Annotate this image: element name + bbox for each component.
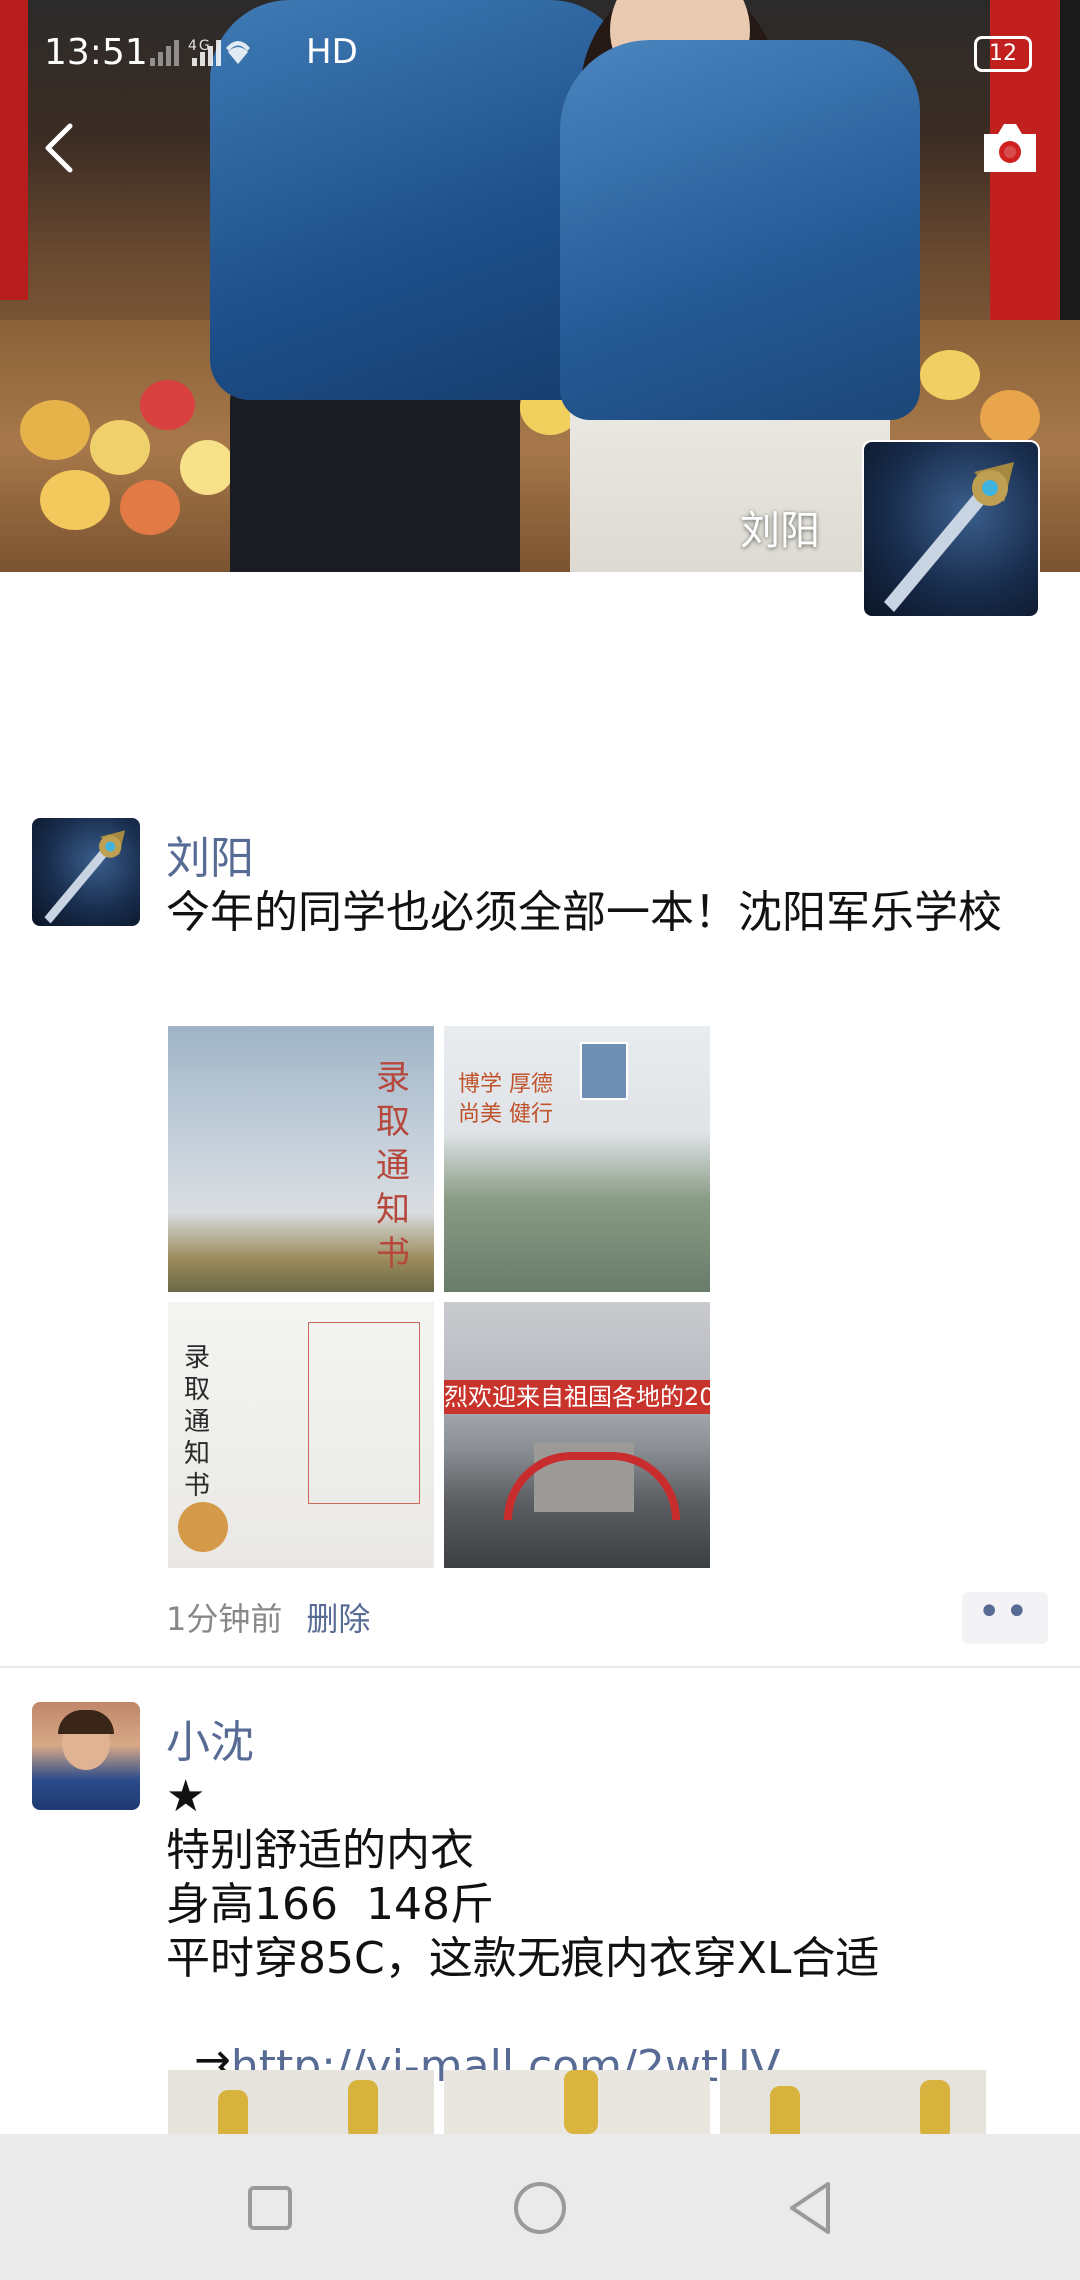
post-text-line: 特别舒适的内衣 <box>166 1825 474 1876</box>
cover-avatar[interactable] <box>862 440 1040 618</box>
camera-button[interactable] <box>980 120 1040 176</box>
more-actions-button[interactable]: •• <box>962 1592 1048 1644</box>
system-nav-bar <box>0 2134 1080 2280</box>
post-avatar[interactable] <box>32 1702 140 1810</box>
post-image[interactable] <box>444 2070 710 2134</box>
post-image[interactable] <box>168 2070 434 2134</box>
post-text-line: 平时穿85C，这款无痕内衣穿XL合适 <box>166 1933 880 1984</box>
cover-user-name: 刘阳 <box>740 508 820 554</box>
status-time: 13:51 <box>44 32 148 73</box>
divider <box>0 1666 1080 1668</box>
recent-apps-icon[interactable] <box>240 2178 300 2238</box>
camera-icon <box>984 124 1036 172</box>
post-text-line: ★ <box>166 1771 206 1822</box>
image-caption: 博学 厚德 尚美 健行 <box>458 1072 553 1127</box>
image-caption: 烈欢迎来自祖国各地的20 <box>444 1380 710 1414</box>
post-image[interactable]: 录取通知书 <box>168 1302 434 1568</box>
sword-icon <box>44 830 126 924</box>
post-text-line: 身高166 148斤 <box>166 1879 494 1930</box>
post-author[interactable]: 刘阳 <box>166 822 254 886</box>
network-label: HD <box>306 32 358 72</box>
signal-icon: 4G <box>148 34 308 75</box>
delete-link[interactable]: 删除 <box>306 1600 370 1638</box>
post-meta: 1分钟前 删除 <box>166 1594 370 1640</box>
sword-icon <box>884 462 1014 612</box>
post-image[interactable]: 烈欢迎来自祖国各地的20 <box>444 1302 710 1568</box>
chevron-left-icon <box>45 123 73 173</box>
post-avatar[interactable] <box>32 818 140 926</box>
status-bar: 13:51 4G HD 12 <box>0 0 1080 110</box>
home-icon[interactable] <box>510 2178 570 2238</box>
post-image[interactable]: 博学 厚德 尚美 健行 <box>444 1026 710 1292</box>
image-caption: 录取通知书 <box>184 1343 211 1501</box>
post-image[interactable] <box>720 2070 986 2134</box>
post-author[interactable]: 小沈 <box>166 1706 254 1770</box>
post-image[interactable]: 录取通知书 <box>168 1026 434 1292</box>
image-caption: 录取通知书 <box>376 1058 410 1274</box>
post-time: 1分钟前 <box>166 1600 283 1638</box>
back-icon[interactable] <box>780 2178 840 2238</box>
back-button[interactable] <box>30 118 86 178</box>
post-text: 今年的同学也必须全部一本！沈阳军乐学校 <box>166 887 1002 938</box>
battery-icon: 12 <box>974 36 1032 72</box>
